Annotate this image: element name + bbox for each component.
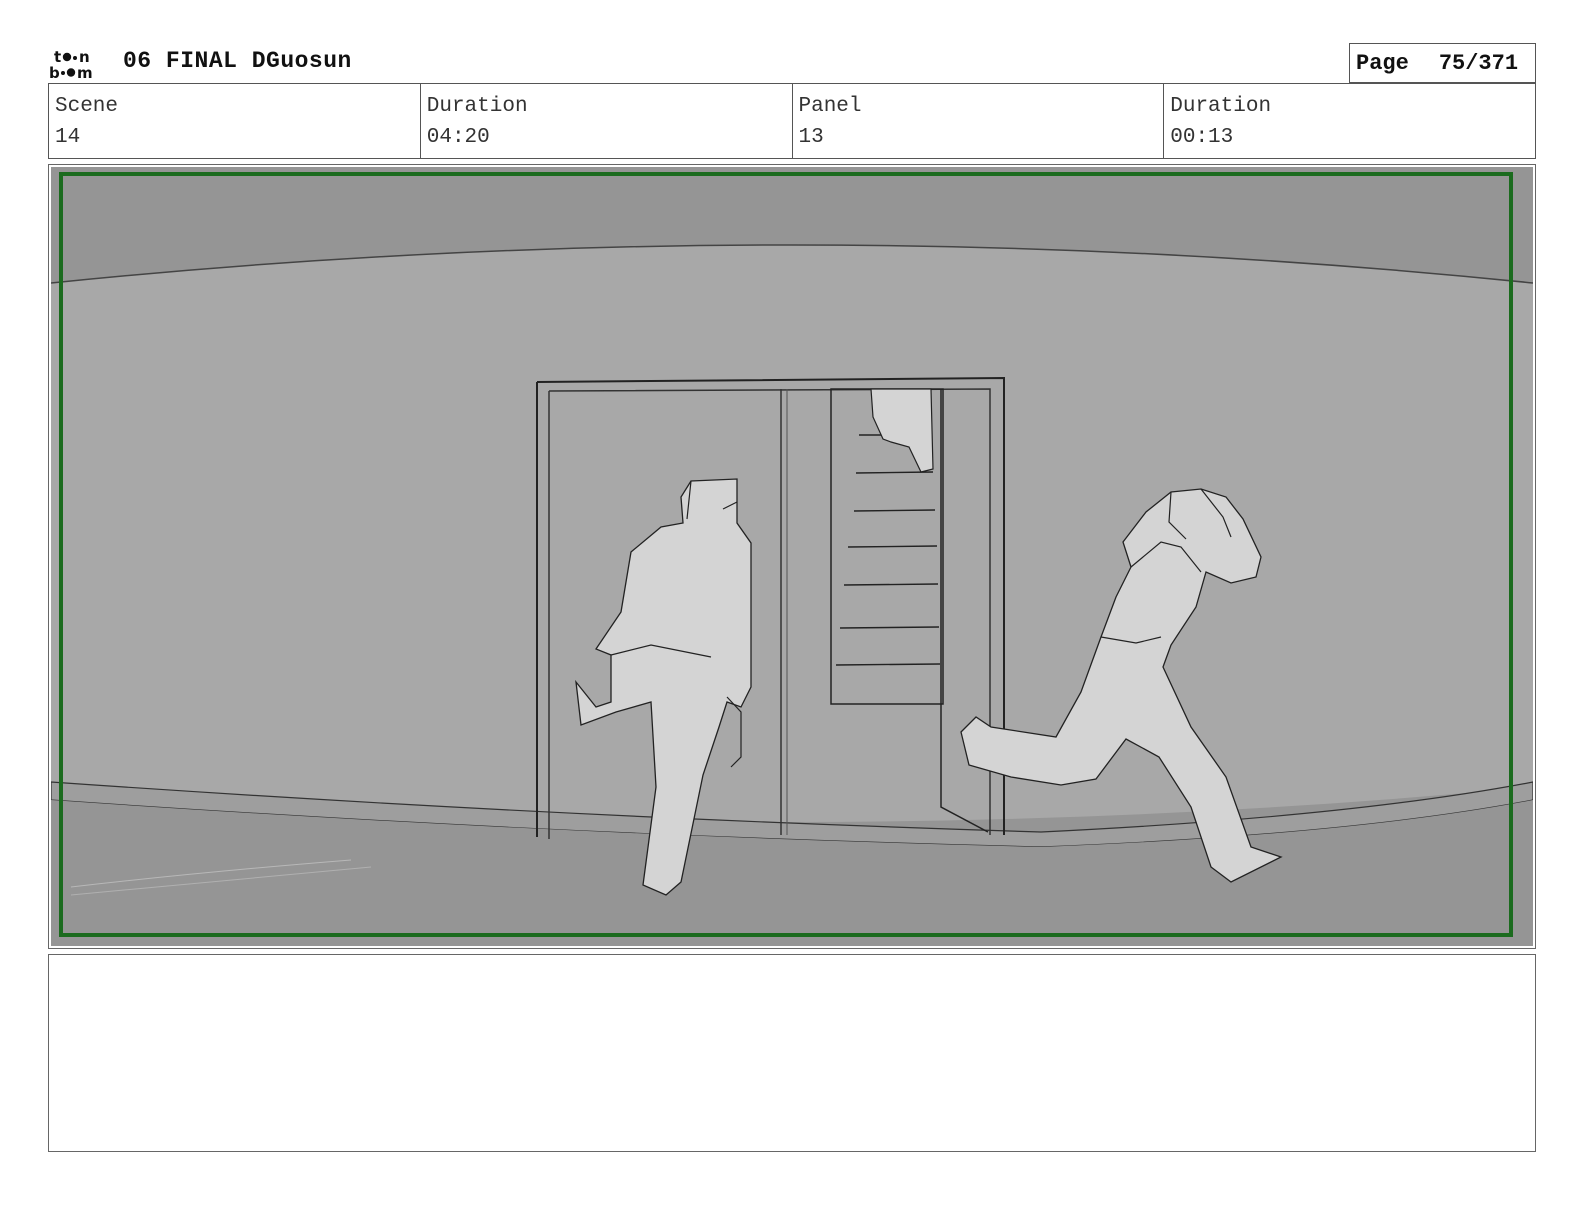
scene-duration-label: Duration: [426, 95, 528, 118]
scene-duration-cell: Duration 04:20: [421, 84, 793, 158]
wall: [51, 245, 1533, 822]
door-window-stripe: [835, 663, 941, 666]
scene-value: 14: [55, 126, 81, 149]
storyboard-panel: [48, 164, 1536, 949]
panel-duration-cell: Duration 00:13: [1164, 84, 1535, 158]
toonboom-logo: t n b m: [48, 48, 106, 82]
document-title: 06 FINAL DGuosun: [123, 48, 352, 74]
panel-notes-area: [48, 954, 1536, 1152]
page-indicator: Page 75/371: [1349, 43, 1536, 83]
panel-duration-value: 00:13: [1170, 126, 1234, 149]
page-number: 75/371: [1438, 50, 1519, 76]
door-window-stripe: [853, 509, 936, 512]
scene-duration-value: 04:20: [426, 126, 490, 149]
panel-duration-label: Duration: [1170, 95, 1272, 118]
scene-label: Scene: [55, 95, 119, 118]
door-window-stripe: [843, 583, 939, 586]
panel-value: 13: [798, 126, 824, 149]
panel-info-row: Scene 14 Duration 04:20 Panel 13 Duratio…: [48, 83, 1536, 159]
door-window-stripe: [847, 545, 938, 548]
svg-text:b: b: [49, 64, 60, 80]
scene-cell: Scene 14: [49, 84, 421, 158]
panel-cell: Panel 13: [793, 84, 1165, 158]
page-label: Page: [1356, 50, 1409, 76]
panel-label: Panel: [798, 95, 862, 118]
svg-text:m: m: [77, 64, 93, 80]
storyboard-drawing: [51, 167, 1533, 946]
door-window-stripe: [839, 626, 940, 629]
